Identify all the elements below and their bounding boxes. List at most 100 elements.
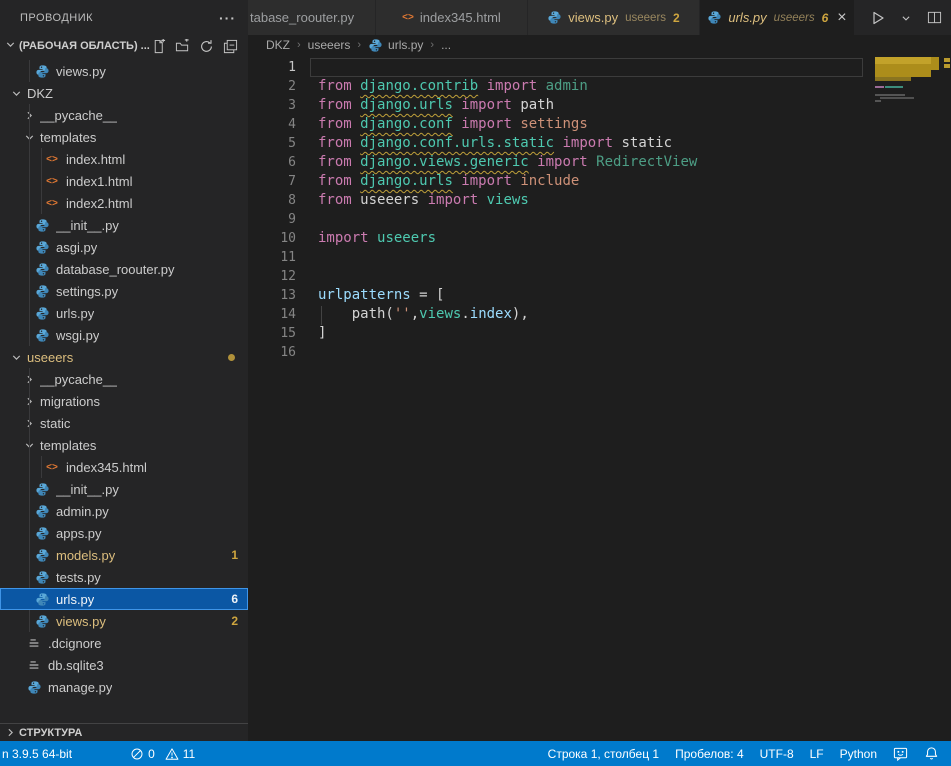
- tab-bar: tabase_roouter.py<>index345.htmlviews.py…: [248, 0, 951, 35]
- minimap[interactable]: [873, 57, 941, 697]
- line-number: 6: [248, 153, 310, 172]
- line-number: 5: [248, 134, 310, 153]
- breadcrumb-separator: ›: [297, 39, 301, 51]
- new-file-icon[interactable]: [150, 38, 167, 55]
- tree-item-__pycache__[interactable]: __pycache__: [0, 368, 248, 390]
- code-line-8[interactable]: 8from useeers import views: [248, 191, 951, 210]
- problems-count-badge: 6: [231, 592, 238, 606]
- tree-item-__pycache__[interactable]: __pycache__: [0, 104, 248, 126]
- cursor-position-status[interactable]: Строка 1, столбец 1: [540, 741, 667, 766]
- refresh-icon[interactable]: [198, 38, 215, 55]
- workspace-section-header[interactable]: (РАБОЧАЯ ОБЛАСТЬ) ...: [0, 35, 248, 57]
- new-folder-icon[interactable]: [174, 38, 191, 55]
- problems-indicator[interactable]: 0 11: [122, 741, 203, 766]
- close-tab-button[interactable]: ×: [837, 10, 846, 26]
- tab-description: useeers: [774, 12, 815, 24]
- breadcrumb-item-useeers[interactable]: useeers: [308, 38, 351, 52]
- tree-item-__init__.py[interactable]: __init__.py: [0, 214, 248, 236]
- encoding-status[interactable]: UTF-8: [752, 741, 802, 766]
- notifications-bell-button[interactable]: [916, 741, 947, 766]
- tree-item-label: DKZ: [27, 86, 53, 101]
- workspace-section-label: (РАБОЧАЯ ОБЛАСТЬ) ...: [19, 40, 150, 52]
- tree-item-useeers[interactable]: useeers: [0, 346, 248, 368]
- tab-views.py[interactable]: views.pyuseeers2: [528, 0, 700, 35]
- tree-item-label: static: [40, 416, 70, 431]
- tree-item-.dcignore[interactable]: .dcignore: [0, 632, 248, 654]
- code-line-5[interactable]: 5from django.conf.urls.static import sta…: [248, 134, 951, 153]
- tree-item-tests.py[interactable]: tests.py: [0, 566, 248, 588]
- python-icon: [34, 526, 50, 541]
- code-line-10[interactable]: 10import useeers: [248, 229, 951, 248]
- tab-description: useeers: [625, 12, 666, 24]
- tree-item-templates[interactable]: templates: [0, 126, 248, 148]
- tree-item-migrations[interactable]: migrations: [0, 390, 248, 412]
- python-icon: [34, 614, 50, 629]
- tab-index345.html[interactable]: <>index345.html: [376, 0, 528, 35]
- tree-item-apps.py[interactable]: apps.py: [0, 522, 248, 544]
- tree-item-asgi.py[interactable]: asgi.py: [0, 236, 248, 258]
- code-line-12[interactable]: 12: [248, 267, 951, 286]
- tree-item-wsgi.py[interactable]: wsgi.py: [0, 324, 248, 346]
- language-mode-status[interactable]: Python: [832, 741, 885, 766]
- line-number: 8: [248, 191, 310, 210]
- code-line-15[interactable]: 15]: [248, 324, 951, 343]
- tree-item-admin.py[interactable]: admin.py: [0, 500, 248, 522]
- tree-item-database_roouter.py[interactable]: database_roouter.py: [0, 258, 248, 280]
- tree-item-urls.py[interactable]: urls.py6: [0, 588, 248, 610]
- code-line-14[interactable]: 14 path('',views.index),: [248, 305, 951, 324]
- code-editor[interactable]: 12from django.contrib import admin3from …: [248, 55, 951, 741]
- code-line-1[interactable]: 1: [248, 58, 951, 77]
- run-dropdown-button[interactable]: [895, 7, 917, 29]
- tree-item-static[interactable]: static: [0, 412, 248, 434]
- code-line-7[interactable]: 7from django.urls import include: [248, 172, 951, 191]
- tree-item-templates[interactable]: templates: [0, 434, 248, 456]
- code-line-6[interactable]: 6from django.views.generic import Redire…: [248, 153, 951, 172]
- breadcrumb-item-...[interactable]: ...: [441, 38, 451, 52]
- tree-item-label: urls.py: [56, 306, 94, 321]
- tree-item-label: database_roouter.py: [56, 262, 175, 277]
- chev-down-icon: [10, 87, 23, 100]
- eol-status[interactable]: LF: [802, 741, 832, 766]
- code-line-16[interactable]: 16: [248, 343, 951, 362]
- breadcrumb-item-DKZ[interactable]: DKZ: [266, 38, 290, 52]
- code-line-3[interactable]: 3from django.urls import path: [248, 96, 951, 115]
- chevron-down-icon: [4, 38, 17, 54]
- chev-right-icon: [23, 417, 36, 430]
- feedback-button[interactable]: [885, 741, 916, 766]
- tree-item-settings.py[interactable]: settings.py: [0, 280, 248, 302]
- tab-urls.py[interactable]: urls.pyuseeers6×: [700, 0, 855, 35]
- tree-item-index345.html[interactable]: <>index345.html: [0, 456, 248, 478]
- tree-item-__init__.py[interactable]: __init__.py: [0, 478, 248, 500]
- python-icon: [26, 680, 42, 695]
- tree-item-DKZ[interactable]: DKZ: [0, 82, 248, 104]
- tree-item-db.sqlite3[interactable]: db.sqlite3: [0, 654, 248, 676]
- code-line-11[interactable]: 11: [248, 248, 951, 267]
- breadcrumb-item-urls.py[interactable]: urls.py: [368, 38, 423, 53]
- code-line-2[interactable]: 2from django.contrib import admin: [248, 77, 951, 96]
- html-icon: <>: [44, 198, 60, 209]
- code-line-13[interactable]: 13urlpatterns = [: [248, 286, 951, 305]
- python-icon: [34, 218, 50, 233]
- tree-item-label: __init__.py: [56, 218, 119, 233]
- run-button[interactable]: [867, 7, 889, 29]
- python-interpreter-status[interactable]: n 3.9.5 64-bit: [0, 741, 80, 766]
- code-line-9[interactable]: 9: [248, 210, 951, 229]
- tree-item-label: views.py: [56, 64, 106, 79]
- tree-item-urls.py[interactable]: urls.py: [0, 302, 248, 324]
- outline-section-header[interactable]: СТРУКТУРА: [0, 723, 248, 741]
- collapse-all-icon[interactable]: [222, 38, 239, 55]
- tree-item-manage.py[interactable]: manage.py: [0, 676, 248, 698]
- tree-item-views.py[interactable]: views.py2: [0, 610, 248, 632]
- tab-tabase_roouter.py[interactable]: tabase_roouter.py: [248, 0, 376, 35]
- tree-item-index.html[interactable]: <>index.html: [0, 148, 248, 170]
- tree-item-models.py[interactable]: models.py1: [0, 544, 248, 566]
- tree-item-index2.html[interactable]: <>index2.html: [0, 192, 248, 214]
- indentation-status[interactable]: Пробелов: 4: [667, 741, 752, 766]
- tree-item-index1.html[interactable]: <>index1.html: [0, 170, 248, 192]
- explorer-more-actions-button[interactable]: ···: [219, 10, 236, 26]
- tree-item-views.py[interactable]: views.py: [0, 60, 248, 82]
- code-line-4[interactable]: 4from django.conf import settings: [248, 115, 951, 134]
- html-icon: <>: [44, 176, 60, 187]
- tree-item-label: db.sqlite3: [48, 658, 104, 673]
- split-editor-button[interactable]: [923, 7, 945, 29]
